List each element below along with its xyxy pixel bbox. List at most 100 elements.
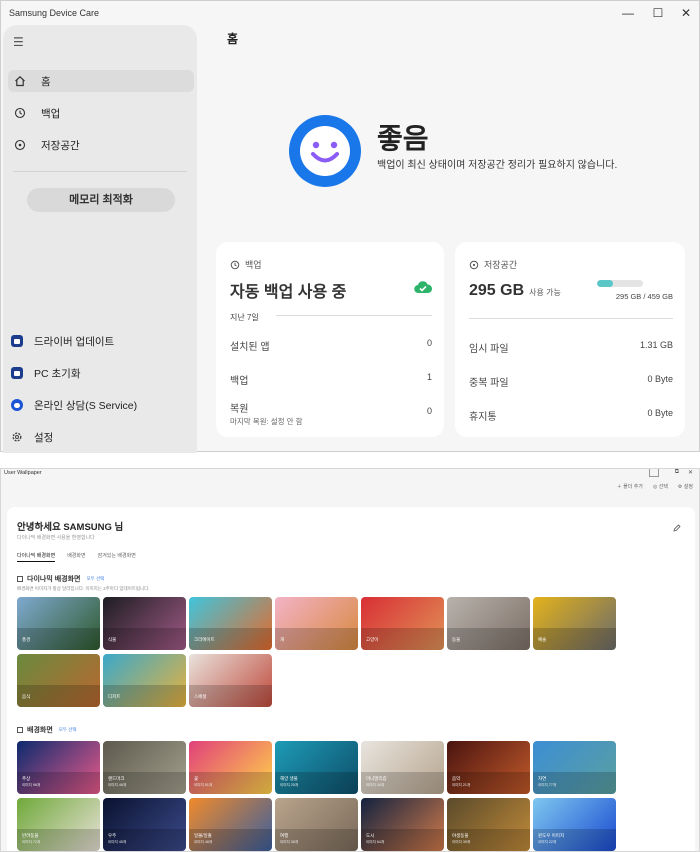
row-value: 0 Byte	[647, 408, 673, 418]
dynamic-tile[interactable]: 풍경	[17, 597, 100, 650]
sidebar: ☰ 홈 백업 저장공간 메모리 최적화 드라이버 업데이트 PC 초기화 온라인…	[3, 25, 197, 453]
tab-locked[interactable]: 잠겨있는 배경화면	[98, 552, 136, 562]
static-tile[interactable]: 야생동물이미지 39개	[447, 798, 530, 851]
storage-available: 295 GB 사용 가능	[469, 282, 561, 300]
status-title: 좋음	[377, 123, 429, 154]
maximize-button[interactable]: ☐	[645, 4, 671, 22]
row-value: 0	[426, 338, 432, 348]
tile-count: 이미지 96개	[22, 783, 41, 787]
static-tile[interactable]: 윈도우 이미지 이미지 22개	[533, 798, 616, 851]
dynamic-tile[interactable]: 고양이	[361, 597, 444, 650]
dynamic-tile[interactable]: 디저트	[103, 654, 186, 707]
dynamic-select-all-link[interactable]: 모두 선택	[86, 576, 104, 582]
static-tile[interactable]: 도시 이미지 64개	[361, 798, 444, 851]
nav-label-driver-update: 드라이버 업데이트	[34, 335, 115, 348]
static-tile[interactable]: 음악 이미지 21개	[447, 741, 530, 794]
tile-label: 예술	[538, 637, 547, 642]
add-folder-button[interactable]: ＋ 폴더 추가	[617, 483, 643, 490]
main-panel: 홈 좋음 백업이 최신 상태이며 저장공간 정리가 필요하지 않습니다. 백업 …	[197, 25, 699, 453]
static-tile[interactable]: 여행 이미지 38개	[275, 798, 358, 851]
minimize-button[interactable]: —	[615, 4, 641, 22]
close-button[interactable]: ✕	[688, 469, 693, 476]
row-label: 임시 파일	[469, 344, 509, 355]
dynamic-tile[interactable]: 예술	[533, 597, 616, 650]
storage-row-duplicate[interactable]: 중복 파일 0 Byte	[469, 374, 673, 389]
tile-label: 야생동물	[452, 833, 469, 838]
row-label: 복원	[230, 404, 249, 415]
row-label: 휴지통	[469, 412, 497, 423]
nav-item-online-support[interactable]: 온라인 상담(S Service)	[11, 395, 137, 415]
row-value: 1	[426, 372, 432, 382]
static-select-all-link[interactable]: 모두 선택	[59, 727, 77, 733]
static-tile[interactable]: 우주 이미지 45개	[103, 798, 186, 851]
tile-label: 추상	[22, 776, 31, 781]
storage-icon	[469, 260, 479, 270]
storage-usage-fill	[597, 280, 614, 287]
storage-card-header: 저장공간	[469, 258, 517, 271]
static-section-header: 배경화면 모두 선택	[17, 725, 77, 735]
dynamic-tile[interactable]: 스페셜	[189, 654, 272, 707]
tab-dynamic[interactable]: 다이나믹 배경화면	[17, 552, 56, 562]
nav-item-home[interactable]: 홈	[8, 70, 194, 92]
backup-card[interactable]: 백업 자동 백업 사용 중 지난 7일 설치된 앱 0 백업 1 복원 마지막 …	[216, 242, 444, 437]
tile-count: 이미지 46개	[108, 783, 127, 787]
select-button[interactable]: ◎ 선택	[653, 483, 668, 490]
tab-static[interactable]: 배경화면	[67, 552, 85, 562]
tile-label: 일몰/일출	[194, 833, 212, 838]
static-tile[interactable]: 해양 생물 이미지 25개	[275, 741, 358, 794]
nav-item-driver-update[interactable]: 드라이버 업데이트	[11, 331, 114, 351]
row-label: 백업	[230, 376, 249, 387]
dynamic-tile[interactable]: 식물	[103, 597, 186, 650]
pc-reset-icon	[11, 367, 23, 379]
static-tile[interactable]: 자연 이미지 77개	[533, 741, 616, 794]
home-icon	[13, 74, 27, 88]
row-value: 0	[426, 406, 432, 416]
storage-row-trash[interactable]: 휴지통 0 Byte	[469, 408, 673, 423]
storage-card[interactable]: 저장공간 295 GB 사용 가능 295 GB / 459 GB 임시 파일 …	[455, 242, 685, 437]
storage-divider	[469, 318, 673, 319]
dynamic-tile[interactable]: 크리에이트	[189, 597, 272, 650]
greeting: 안녕하세요 SAMSUNG 님	[17, 522, 124, 533]
edit-icon[interactable]	[673, 519, 681, 537]
settings-label: 설정	[683, 484, 693, 490]
nav-item-settings[interactable]: 설정	[11, 427, 53, 447]
static-tile[interactable]: 반려동물 이미지 72개	[17, 798, 100, 851]
static-tile[interactable]: 랜드마크 이미지 46개	[103, 741, 186, 794]
tile-count: 이미지 77개	[538, 783, 557, 787]
tile-label: 미니멀리즘	[366, 776, 387, 781]
greeting-subtitle: 다이나믹 배경화면 사용을 환영합니다	[17, 535, 95, 541]
static-tile[interactable]: 꽃 이미지 51개	[189, 741, 272, 794]
nav-item-pc-reset[interactable]: PC 초기화	[11, 363, 80, 383]
nav-item-storage[interactable]: 저장공간	[8, 134, 194, 156]
tile-label: 고양이	[366, 637, 379, 642]
tile-label: 동물	[452, 637, 461, 642]
static-tile[interactable]: 추상이미지 96개	[17, 741, 100, 794]
minimize-button[interactable]	[649, 469, 659, 477]
nav-label-pc-reset: PC 초기화	[34, 367, 81, 380]
static-tile-grid: 추상 이미지 96개 랜드마크 이미지 46개 꽃 이미지 51개 해양 생물 이미지 25개…	[17, 741, 616, 851]
close-button[interactable]: ✕	[673, 4, 699, 22]
tile-count: 이미지 51개	[194, 783, 213, 787]
static-section-title: 배경화면	[27, 727, 53, 734]
device-care-window: Samsung Device Care — ☐ ✕ ☰ 홈 백업 저장공간 메모…	[0, 0, 700, 453]
dynamic-tile[interactable]: 음식	[17, 654, 100, 707]
backup-row-apps: 설치된 앱 0	[230, 338, 432, 353]
tile-count: 이미지 25개	[280, 783, 299, 787]
tile-count: 이미지 39개	[452, 840, 471, 844]
storage-usage-bar	[597, 280, 643, 287]
settings-button[interactable]: ⚙ 설정	[678, 483, 693, 490]
smile-icon	[289, 115, 361, 187]
restore-button[interactable]: ⧉	[675, 469, 679, 476]
backup-row-restore: 복원 마지막 복원: 설정 안 함 0	[230, 400, 432, 427]
backup-status-title: 자동 백업 사용 중	[230, 284, 347, 301]
grid-icon	[17, 727, 23, 733]
memory-optimize-button[interactable]: 메모리 최적화	[27, 188, 175, 212]
nav-item-backup[interactable]: 백업	[8, 102, 194, 124]
hamburger-menu-icon[interactable]: ☰	[13, 35, 24, 49]
dynamic-tile[interactable]: 동물	[447, 597, 530, 650]
backup-card-header: 백업	[230, 258, 262, 271]
static-tile[interactable]: 미니멀리즘 이미지 34개	[361, 741, 444, 794]
storage-row-temp[interactable]: 임시 파일 1.31 GB	[469, 340, 673, 355]
static-tile[interactable]: 일몰/일출 이미지 48개	[189, 798, 272, 851]
dynamic-tile[interactable]: 개	[275, 597, 358, 650]
